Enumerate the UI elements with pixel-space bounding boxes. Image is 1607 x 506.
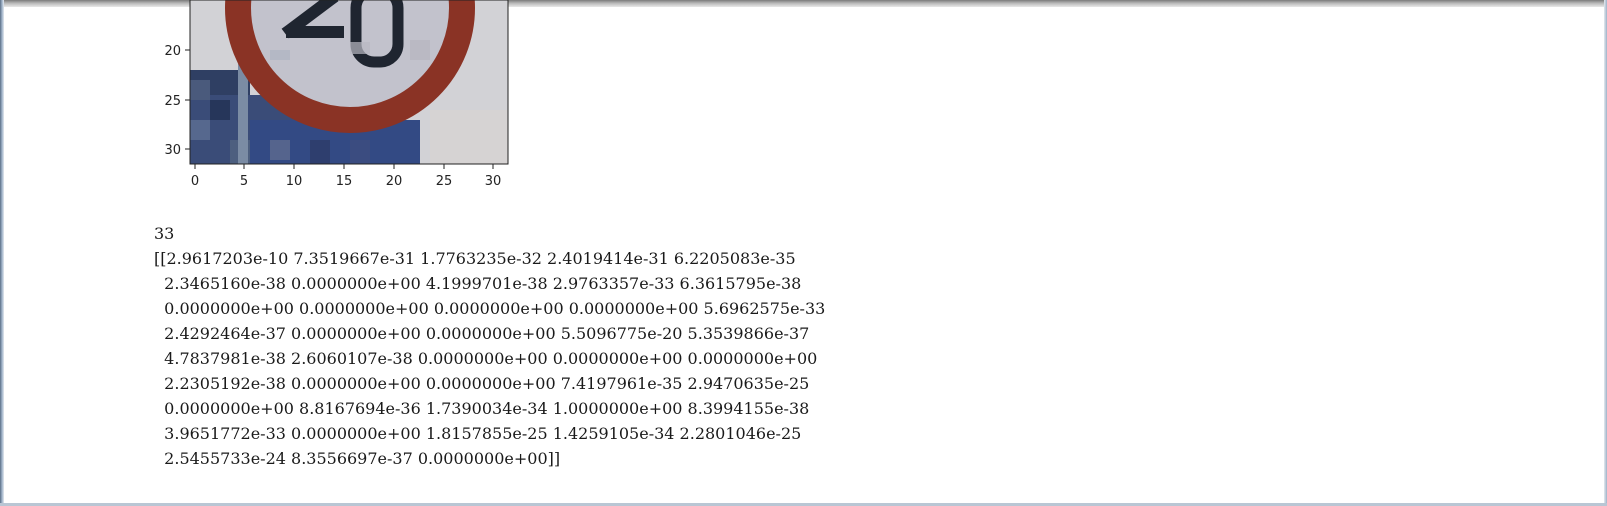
- output-line: 33: [154, 224, 175, 243]
- x-tick-label: 15: [336, 174, 353, 189]
- image-plot-svg: 20 25 30 0 5 10 15 20 25 30: [164, 0, 509, 189]
- x-tick-label: 25: [436, 174, 453, 189]
- notebook-output-area: 20 25 30 0 5 10 15 20 25 30 33 [[2.961720…: [0, 0, 1607, 506]
- x-tick-label: 0: [191, 174, 199, 189]
- output-line: 4.7837981e-38 2.6060107e-38 0.0000000e+0…: [154, 349, 818, 368]
- x-tick-label: 10: [286, 174, 303, 189]
- console-output: 33 [[2.9617203e-10 7.3519667e-31 1.776323…: [154, 221, 825, 471]
- image-plot: 20 25 30 0 5 10 15 20 25 30: [150, 0, 530, 200]
- x-tick-label: 30: [485, 174, 502, 189]
- output-line: 2.5455733e-24 8.3556697e-37 0.0000000e+0…: [154, 449, 561, 468]
- x-tick-label: 5: [240, 174, 248, 189]
- plotted-image: [190, 0, 508, 164]
- y-tick-label: 30: [164, 143, 181, 158]
- output-line: 0.0000000e+00 0.0000000e+00 0.0000000e+0…: [154, 299, 826, 318]
- y-tick-label: 25: [164, 94, 181, 109]
- output-line: 2.3465160e-38 0.0000000e+00 4.1999701e-3…: [154, 274, 802, 293]
- output-line: 2.4292464e-37 0.0000000e+00 0.0000000e+0…: [154, 324, 810, 343]
- output-line: 0.0000000e+00 8.8167694e-36 1.7390034e-3…: [154, 399, 810, 418]
- output-line: 2.2305192e-38 0.0000000e+00 0.0000000e+0…: [154, 374, 810, 393]
- output-line: [[2.9617203e-10 7.3519667e-31 1.7763235e…: [154, 249, 796, 268]
- x-tick-label: 20: [386, 174, 403, 189]
- output-line: 3.9651772e-33 0.0000000e+00 1.8157855e-2…: [154, 424, 802, 443]
- y-tick-label: 20: [164, 44, 181, 59]
